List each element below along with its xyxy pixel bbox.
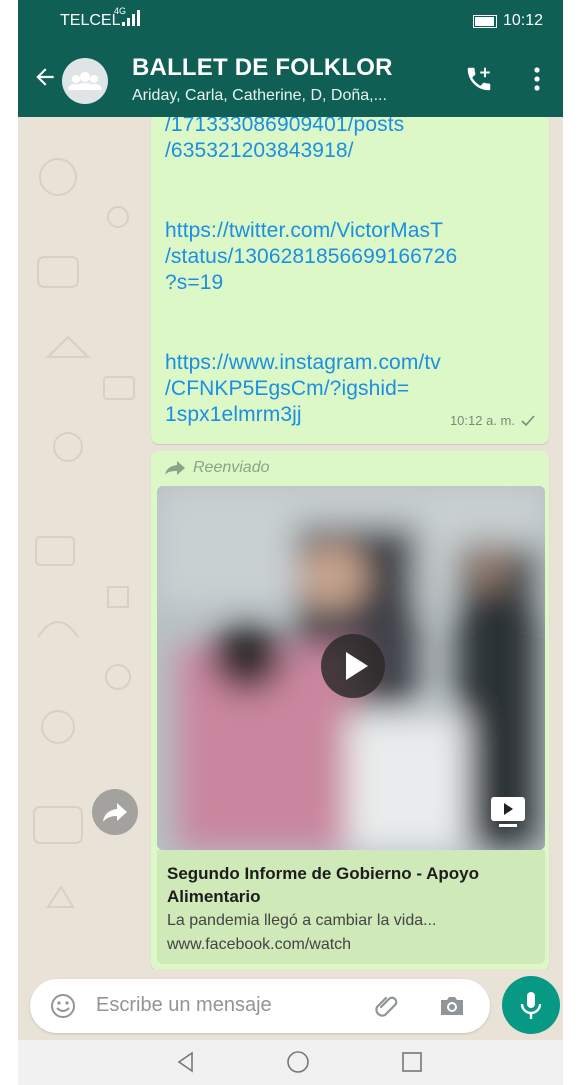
message-input-bar[interactable]: Escribe un mensaje (30, 979, 490, 1033)
forwarded-label: Reenviado (193, 459, 270, 476)
camera-icon[interactable] (438, 993, 466, 1024)
system-nav-bar (18, 1040, 563, 1085)
paperclip-icon[interactable] (374, 993, 400, 1024)
group-avatar[interactable] (62, 58, 108, 104)
nav-home-icon[interactable] (286, 1050, 310, 1079)
chat-header: BALLET DE FOLKLOR Ariday, Carla, Catheri… (18, 42, 563, 117)
play-button[interactable] (321, 634, 385, 698)
message-link-text[interactable]: /status/1306281856699166726 (165, 245, 457, 269)
group-members[interactable]: Ariday, Carla, Catherine, D, Doña,... (132, 87, 387, 105)
mic-button[interactable] (502, 976, 560, 1034)
nav-recents-icon[interactable] (400, 1050, 424, 1079)
chat-area[interactable]: /171333086909401/posts /635321203843918/… (18, 117, 563, 969)
status-right: 10:12 (472, 12, 543, 30)
forwarded-message-bubble[interactable]: Reenviado Segundo Informe de Gobierno - … (151, 451, 549, 969)
signal-icon (122, 10, 140, 26)
message-link-text[interactable]: https://www.instagram.com/tv (165, 351, 441, 375)
battery-icon (472, 14, 497, 28)
link-preview[interactable]: Segundo Informe de Gobierno - Apoyo Alim… (157, 850, 545, 964)
preview-description: La pandemia llegó a cambiar la vida... (167, 912, 437, 929)
group-icon (68, 72, 102, 90)
status-bar: TELCEL 4G 10:12 (18, 0, 563, 42)
more-vert-icon[interactable] (532, 64, 542, 99)
clock: 10:12 (502, 12, 543, 29)
message-time: 10:12 a. m. (450, 413, 535, 428)
play-icon (346, 652, 368, 680)
preview-title: Segundo Informe de Gobierno - Apoyo Alim… (167, 864, 479, 906)
video-thumbnail[interactable] (157, 486, 545, 850)
message-link-text[interactable]: /CFNKP5EgsCm/?igshid= (165, 377, 409, 401)
message-link-text[interactable]: /171333086909401/posts (165, 117, 404, 137)
video-tv-icon (489, 793, 527, 836)
carrier-label: TELCEL (60, 12, 121, 29)
preview-url: www.facebook.com/watch (167, 936, 352, 953)
message-link-text[interactable]: 1spx1elmrm3jj (165, 403, 302, 427)
group-title[interactable]: BALLET DE FOLKLOR (132, 54, 393, 82)
arrow-left-icon[interactable] (32, 64, 58, 95)
share-icon (103, 803, 127, 822)
message-timestamp: 10:12 a. m. (449, 413, 515, 428)
check-icon (521, 414, 535, 426)
mic-icon (520, 992, 542, 1019)
nav-back-icon[interactable] (174, 1050, 198, 1079)
forwarded-indicator: Reenviado (165, 459, 270, 477)
message-link-text[interactable]: /635321203843918/ (165, 139, 354, 163)
forward-icon (165, 461, 185, 475)
phone-screen: TELCEL 4G 10:12 BALLET DE FOLKLOR Ariday… (18, 0, 563, 1085)
message-bubble[interactable]: /171333086909401/posts /635321203843918/… (151, 117, 549, 444)
share-button[interactable] (92, 789, 138, 835)
message-link-text[interactable]: https://twitter.com/VictorMasT (165, 219, 443, 243)
add-call-icon[interactable] (464, 64, 494, 99)
emoji-icon[interactable] (50, 993, 76, 1024)
message-link-text[interactable]: ?s=19 (165, 271, 223, 295)
message-input-placeholder[interactable]: Escribe un mensaje (96, 994, 272, 1017)
